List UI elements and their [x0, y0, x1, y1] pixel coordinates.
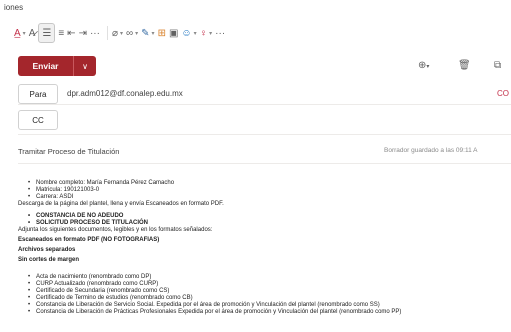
- font-color-button[interactable]: A̲ ▾: [14, 23, 26, 43]
- to-recipient[interactable]: dpr.adm012@df.conalep.edu.mx: [67, 89, 183, 98]
- link-button[interactable]: ∞ ▾: [126, 23, 138, 43]
- chevron-down-icon: ▾: [209, 30, 213, 37]
- list-item: Constancia de Liberación de Prácticas Pr…: [28, 309, 511, 316]
- decrease-indent-icon: ⇤: [67, 27, 76, 39]
- list-item: Nombre completo: María Fernanda Pérez Ca…: [28, 180, 511, 187]
- clear-format-icon: A̷: [28, 27, 36, 39]
- chevron-down-icon: ∨: [82, 61, 88, 71]
- to-divider: [18, 104, 511, 105]
- chevron-down-icon: ▾: [193, 30, 197, 37]
- font-color-icon: A̲: [14, 27, 21, 39]
- paperclip-icon: ⌀: [111, 27, 118, 39]
- signature-icon: ✎: [141, 27, 150, 39]
- popout-icon[interactable]: ⧉: [494, 60, 501, 71]
- list-item: CURP Actualizado (renombrado como CURP): [28, 281, 511, 288]
- message-body[interactable]: Nombre completo: María Fernanda Pérez Ca…: [18, 180, 511, 316]
- attach-button[interactable]: ⌀ ▾: [112, 23, 123, 43]
- link-icon: ∞: [126, 27, 134, 39]
- ribbon-divider: [106, 26, 108, 40]
- body-text: Escaneados en formato PDF (NO FOTOGRAFIA…: [18, 237, 160, 243]
- chevron-down-icon: ▾: [119, 30, 123, 37]
- body-text: Adjunta los siguientes documentos, legib…: [18, 227, 213, 233]
- list-item: Constancia de Liberación de Servicio Soc…: [28, 302, 511, 309]
- cc-button[interactable]: CC: [18, 110, 58, 130]
- list-item: Matricula: 190121003-0: [28, 187, 511, 194]
- list-item: Certificado de Termino de estudios (reno…: [28, 295, 511, 302]
- bulleted-list-icon: ☰: [42, 27, 52, 39]
- decrease-indent-button[interactable]: ⇤: [67, 23, 75, 43]
- cc-cco-toggle[interactable]: CO: [497, 89, 509, 98]
- clear-format-button[interactable]: A̷: [29, 23, 36, 43]
- trash-icon[interactable]: 🗑: [458, 60, 471, 71]
- signature-button[interactable]: ✎ ▾: [141, 23, 154, 43]
- increase-indent-icon: ⇥: [78, 27, 87, 39]
- ribbon-tab-label[interactable]: iones: [4, 3, 23, 12]
- chevron-down-icon: ▾: [151, 30, 155, 37]
- to-button[interactable]: Para: [18, 84, 58, 104]
- table-button[interactable]: ⊞: [158, 23, 166, 43]
- sensitivity-icon: ♀: [199, 27, 208, 39]
- bullets-button[interactable]: ☰: [38, 23, 56, 43]
- zoom-icon[interactable]: ⊕▾: [418, 60, 429, 71]
- send-button[interactable]: Enviar: [18, 56, 74, 76]
- increase-indent-button[interactable]: ⇥: [79, 23, 87, 43]
- body-text: Descarga de la página del plantel, llena…: [18, 201, 224, 207]
- table-icon: ⊞: [157, 27, 166, 39]
- list-item: Certificado de Secundaria (renombrado co…: [28, 288, 511, 295]
- student-info-list: Nombre completo: María Fernanda Pérez Ca…: [18, 180, 511, 201]
- numbering-button[interactable]: ≡: [58, 23, 64, 43]
- emoji-button[interactable]: ☺ ▾: [181, 23, 196, 43]
- forms-list: CONSTANCIA DE NO ADEUDO SOLICITUD PROCES…: [18, 213, 511, 227]
- compose-toolbar: Enviar ∨ ⊕▾ 🗑 ⧉: [0, 56, 511, 78]
- list-item: Carrera: ASDI: [28, 194, 511, 201]
- documents-list: Acta de nacimiento (renombrado como DP) …: [18, 274, 511, 316]
- formatting-ribbon: A̲ ▾ A̷ ☰ ≡ ⇤ ⇥ ··· ⌀ ▾ ∞ ▾ ✎ ▾ ⊞ ▣ ☺ ▾ ♀ ▾ ··…: [14, 22, 511, 44]
- list-item: SOLICITUD PROCESO DE TITULACIÓN: [28, 220, 511, 227]
- list-item: CONSTANCIA DE NO ADEUDO: [28, 213, 511, 220]
- cc-row: CC: [0, 110, 511, 130]
- send-button-group: Enviar ∨: [18, 56, 96, 76]
- subject-field[interactable]: Tramitar Proceso de Titulación: [18, 147, 119, 156]
- overflow-button[interactable]: ···: [215, 23, 225, 43]
- body-text: Archivos separados: [18, 247, 76, 253]
- chevron-down-icon: ▾: [135, 30, 139, 37]
- subject-divider: [18, 163, 511, 164]
- to-row: Para dpr.adm012@df.conalep.edu.mx CO: [0, 84, 511, 104]
- more-format-button[interactable]: ···: [90, 23, 100, 43]
- numbered-list-icon: ≡: [58, 27, 65, 39]
- list-item: Acta de nacimiento (renombrado como DP): [28, 274, 511, 281]
- image-icon: ▣: [168, 27, 179, 39]
- send-options-button[interactable]: ∨: [74, 56, 96, 76]
- cc-divider: [18, 134, 511, 135]
- body-text: Sin cortes de margen: [18, 257, 80, 263]
- chevron-down-icon: ▾: [22, 30, 26, 37]
- draft-status: Borrador guardado a las 09:11 A: [384, 147, 478, 154]
- emoji-icon: ☺: [181, 27, 192, 39]
- image-button[interactable]: ▣: [169, 23, 178, 43]
- sensitivity-button[interactable]: ♀ ▾: [200, 23, 213, 43]
